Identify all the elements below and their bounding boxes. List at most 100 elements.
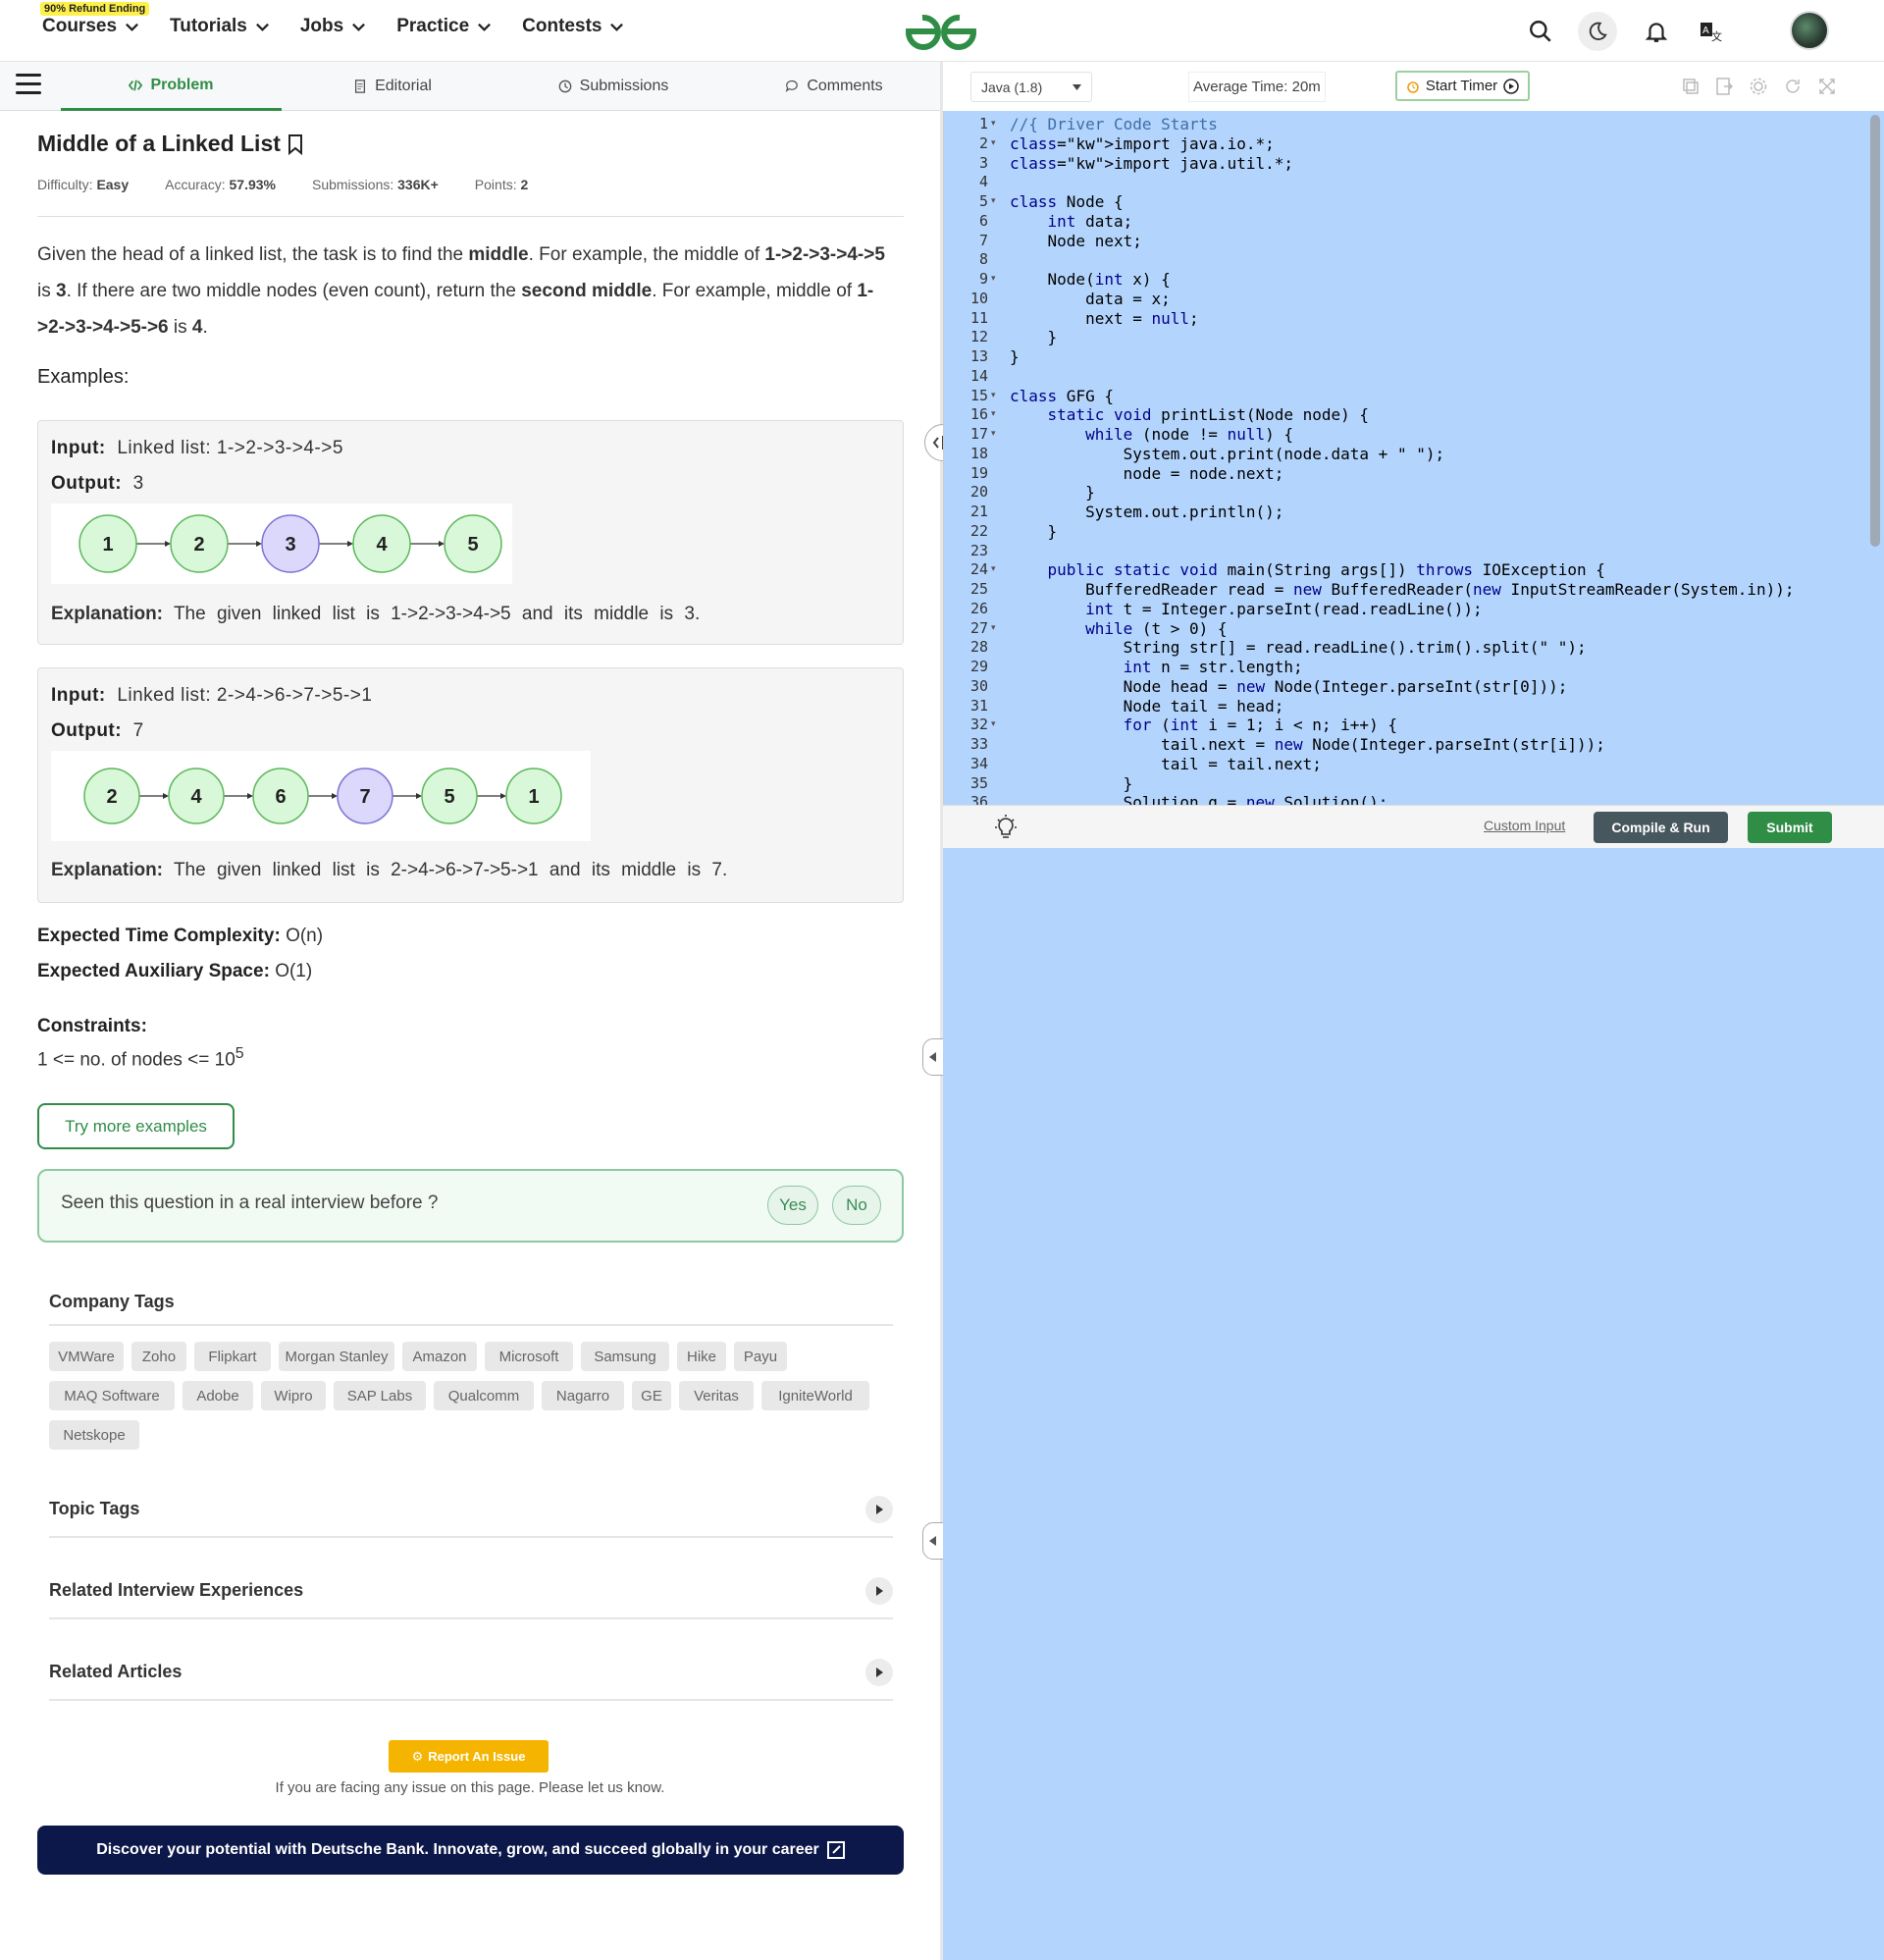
upload-file-icon[interactable]: [1714, 77, 1734, 96]
company-tag[interactable]: Wipro: [261, 1381, 326, 1410]
nav-tutorials[interactable]: Tutorials: [170, 16, 270, 37]
language-select[interactable]: Java (1.8): [970, 72, 1092, 102]
company-tag[interactable]: Microsoft: [485, 1342, 573, 1371]
nav-practice[interactable]: Practice: [396, 16, 492, 37]
divider: [49, 1617, 893, 1619]
company-tag[interactable]: VMWare: [49, 1342, 124, 1371]
tab-label: Problem: [150, 76, 214, 93]
editor-scrollbar[interactable]: [1870, 115, 1880, 547]
expand-arrow-icon[interactable]: [865, 1496, 893, 1523]
nav-label: Courses: [42, 16, 118, 36]
company-tag[interactable]: SAP Labs: [334, 1381, 426, 1410]
company-tag[interactable]: Zoho: [131, 1342, 186, 1371]
deutsche-bank-banner[interactable]: Discover your potential with Deutsche Ba…: [37, 1826, 904, 1875]
report-issue-button[interactable]: ⚙ Report An Issue: [389, 1740, 549, 1773]
start-timer-button[interactable]: Start Timer: [1395, 71, 1530, 101]
tab-submissions[interactable]: Submissions: [515, 62, 711, 111]
company-tag[interactable]: Netskope: [49, 1420, 139, 1450]
related-interview-experiences-section[interactable]: Related Interview Experiences: [49, 1577, 893, 1619]
linked-list-diagram-1: 1 2 3 4 5: [51, 503, 512, 584]
code-line: node = node.next;: [1010, 463, 1284, 483]
reset-icon[interactable]: [1783, 77, 1803, 96]
fold-arrow-icon[interactable]: ▾: [991, 118, 996, 129]
gfg-logo-icon[interactable]: [903, 10, 979, 51]
nav-courses[interactable]: Courses: [42, 16, 139, 37]
code-line: static void printList(Node node) {: [1047, 405, 1370, 425]
node-value: 6: [275, 786, 286, 808]
company-tag[interactable]: Qualcomm: [434, 1381, 534, 1410]
tab-comments[interactable]: Comments: [746, 62, 922, 111]
play-circle-icon: [1503, 78, 1519, 94]
related-articles-section[interactable]: Related Articles: [49, 1659, 893, 1701]
bell-icon[interactable]: [1637, 12, 1676, 51]
company-tag[interactable]: Nagarro: [542, 1381, 624, 1410]
fold-arrow-icon[interactable]: ▾: [991, 563, 996, 574]
company-tag[interactable]: Flipkart: [194, 1342, 271, 1371]
fold-arrow-icon[interactable]: ▾: [991, 137, 996, 148]
line-number: 16: [969, 405, 988, 424]
expand-arrow-icon[interactable]: [865, 1577, 893, 1605]
gear-icon[interactable]: [1749, 77, 1768, 96]
fold-arrow-icon[interactable]: ▾: [991, 195, 996, 206]
translate-icon[interactable]: A文: [1691, 12, 1730, 51]
compile-run-button[interactable]: Compile & Run: [1594, 812, 1728, 843]
time-complexity: Expected Time Complexity: O(n): [37, 926, 324, 946]
fold-arrow-icon[interactable]: ▾: [991, 718, 996, 729]
bookmark-icon[interactable]: [287, 133, 304, 155]
fold-arrow-icon[interactable]: ▾: [991, 622, 996, 633]
nav-jobs[interactable]: Jobs: [300, 16, 366, 37]
tab-problem[interactable]: Problem: [61, 62, 282, 111]
topic-tags-section[interactable]: Topic Tags: [49, 1496, 893, 1538]
custom-input-link[interactable]: Custom Input: [1484, 818, 1565, 833]
no-button[interactable]: No: [832, 1186, 881, 1225]
clock-icon: [558, 79, 571, 93]
expand-arrow-icon[interactable]: [865, 1659, 893, 1686]
nav-contests[interactable]: Contests: [522, 16, 624, 37]
company-tag[interactable]: Veritas: [679, 1381, 754, 1410]
code-editor[interactable]: 1 ▾ 2 ▾ 3 4 5 ▾ 6 7 8 9 ▾ 10 11 12 13 14 15 ▾ 16 ▾ 17 ▾ 18 19 20 21…: [943, 111, 1884, 805]
hamburger-menu-icon[interactable]: [16, 74, 41, 97]
dark-mode-moon-icon[interactable]: [1578, 12, 1617, 51]
user-avatar[interactable]: [1790, 11, 1829, 50]
search-icon[interactable]: [1521, 12, 1560, 51]
fold-arrow-icon[interactable]: ▾: [991, 390, 996, 400]
company-tag[interactable]: Hike: [677, 1342, 726, 1371]
company-tags-heading: Company Tags: [49, 1292, 175, 1311]
refund-badge: 90% Refund Ending: [40, 2, 150, 16]
company-tag[interactable]: Amazon: [402, 1342, 477, 1371]
copy-icon[interactable]: [1681, 77, 1701, 96]
nav-label: Practice: [396, 16, 470, 36]
company-tags-section: Company Tags VMWare Zoho Flipkart Morgan St…: [49, 1292, 893, 1468]
arrow-head: [256, 541, 262, 547]
try-more-examples-button[interactable]: Try more examples: [37, 1103, 235, 1149]
submit-button[interactable]: Submit: [1748, 812, 1832, 843]
company-tag[interactable]: Adobe: [183, 1381, 253, 1410]
node-value: 1: [102, 534, 113, 556]
editor-panel: Java (1.8) Average Time: 20m Start Timer…: [943, 62, 1884, 1960]
company-tag[interactable]: Payu: [734, 1342, 787, 1371]
fold-arrow-icon[interactable]: ▾: [991, 273, 996, 284]
lightbulb-icon[interactable]: [992, 814, 1020, 841]
company-tag[interactable]: IgniteWorld: [761, 1381, 869, 1410]
tab-editorial[interactable]: Editorial: [294, 62, 491, 111]
yes-button[interactable]: Yes: [767, 1186, 818, 1225]
line-number: 18: [969, 444, 988, 462]
collapse-left-icon[interactable]: [922, 1038, 944, 1076]
page-title: Middle of a Linked List: [37, 131, 304, 157]
line-number: 26: [969, 599, 988, 617]
collapse-left-icon[interactable]: [922, 1522, 944, 1560]
fullscreen-icon[interactable]: [1817, 77, 1837, 96]
line-number: 36: [969, 793, 988, 805]
arrow-head: [416, 793, 422, 799]
node-value: 2: [106, 786, 117, 808]
company-tag[interactable]: Morgan Stanley: [279, 1342, 394, 1371]
code-line: }: [1010, 328, 1058, 347]
company-tag[interactable]: Samsung: [581, 1342, 669, 1371]
fold-arrow-icon[interactable]: ▾: [991, 428, 996, 439]
fold-arrow-icon[interactable]: ▾: [991, 408, 996, 419]
company-tag[interactable]: MAQ Software: [49, 1381, 175, 1410]
arrow-head: [347, 541, 353, 547]
company-tag[interactable]: GE: [632, 1381, 671, 1410]
tab-label: Submissions: [579, 78, 669, 94]
svg-text:A: A: [1702, 26, 1709, 36]
